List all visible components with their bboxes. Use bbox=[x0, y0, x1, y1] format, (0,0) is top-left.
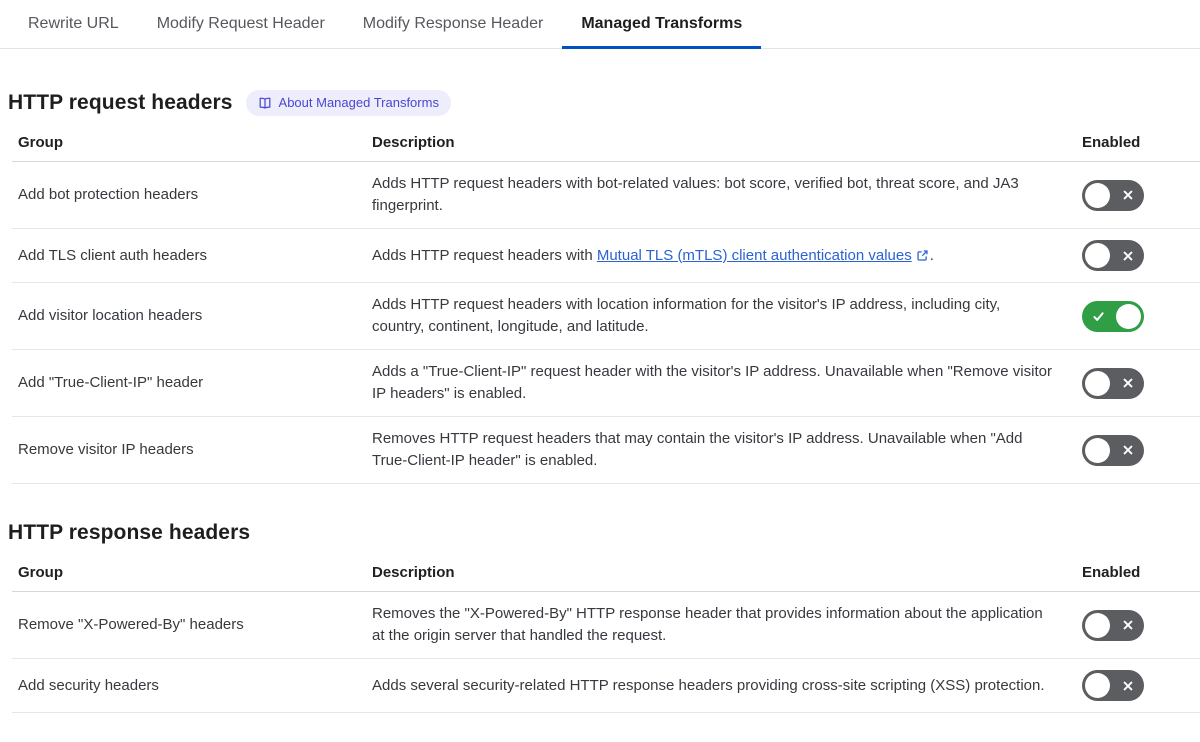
section-title: HTTP response headers bbox=[8, 521, 251, 544]
x-icon bbox=[1123, 681, 1133, 690]
enabled-toggle[interactable] bbox=[1082, 240, 1144, 271]
tab-label: Modify Request Header bbox=[156, 15, 325, 32]
group-cell: Remove "X-Powered-By" headers bbox=[18, 616, 244, 633]
tab-label: Rewrite URL bbox=[28, 15, 119, 32]
group-cell: Remove visitor IP headers bbox=[18, 441, 194, 458]
enabled-toggle[interactable] bbox=[1082, 367, 1144, 399]
table-row: Add bot protection headers Adds HTTP requ… bbox=[12, 162, 1200, 229]
tab-managed-transforms[interactable]: Managed Transforms bbox=[562, 0, 762, 49]
toggle-knob bbox=[1116, 303, 1141, 329]
request-headers-table: Group Description Enabled Add bot protec… bbox=[12, 128, 1200, 484]
enabled-cell bbox=[1082, 670, 1145, 701]
description-link[interactable]: Mutual TLS (mTLS) client authentication … bbox=[597, 247, 912, 264]
toggle-knob bbox=[1085, 370, 1110, 396]
toggle-knob bbox=[1085, 673, 1110, 698]
enabled-cell bbox=[1082, 240, 1145, 271]
response-headers-table: Group Description Enabled Remove "X-Powe… bbox=[12, 558, 1200, 713]
description-cell: Removes the "X-Powered-By" HTTP response… bbox=[372, 605, 1043, 644]
enabled-toggle[interactable] bbox=[1082, 434, 1144, 466]
check-icon bbox=[1093, 311, 1104, 321]
toggle-knob bbox=[1085, 612, 1110, 638]
badge-label: About Managed Transforms bbox=[278, 95, 439, 110]
table-row: Add security headers Adds several securit… bbox=[12, 659, 1200, 713]
table-row: Add TLS client auth headers Adds HTTP req… bbox=[12, 229, 1200, 283]
book-icon bbox=[258, 96, 272, 110]
column-header-description: Description bbox=[372, 134, 455, 151]
enabled-toggle[interactable] bbox=[1082, 179, 1144, 211]
group-cell: Add bot protection headers bbox=[18, 186, 199, 203]
tab-label: Managed Transforms bbox=[581, 15, 743, 32]
section-http-response-headers: HTTP response headers Group Description … bbox=[0, 520, 1200, 713]
group-cell: Add TLS client auth headers bbox=[18, 246, 208, 264]
description-cell: Adds HTTP request headers with location … bbox=[372, 296, 1001, 335]
enabled-cell bbox=[1082, 609, 1145, 641]
external-link-icon[interactable] bbox=[916, 249, 929, 262]
x-icon bbox=[1123, 620, 1133, 630]
table-row: Add "True-Client-IP" header Adds a "True-… bbox=[12, 350, 1200, 417]
column-header-description: Description bbox=[372, 564, 455, 581]
column-header-group: Group bbox=[18, 134, 63, 151]
toggle-knob bbox=[1085, 182, 1110, 208]
section-title: HTTP request headers bbox=[8, 91, 233, 114]
enabled-toggle[interactable] bbox=[1082, 670, 1144, 701]
enabled-cell bbox=[1082, 179, 1145, 211]
enabled-cell bbox=[1082, 367, 1145, 399]
table-body: Add bot protection headers Adds HTTP requ… bbox=[12, 162, 1200, 484]
group-cell: Add visitor location headers bbox=[18, 307, 203, 324]
managed-transforms-page: Rewrite URL Modify Request Header Modify R… bbox=[0, 0, 1200, 713]
description-cell: Adds several security-related HTTP respo… bbox=[372, 676, 1045, 694]
x-icon bbox=[1123, 251, 1133, 260]
enabled-toggle[interactable] bbox=[1082, 609, 1144, 641]
section-header: HTTP response headers bbox=[8, 520, 1192, 546]
tab-modify-response-header[interactable]: Modify Response Header bbox=[344, 0, 563, 48]
enabled-cell bbox=[1082, 434, 1145, 466]
column-header-enabled: Enabled bbox=[1082, 134, 1141, 151]
about-managed-transforms-badge[interactable]: About Managed Transforms bbox=[245, 90, 451, 116]
section-header: HTTP request headers About Managed Trans… bbox=[8, 90, 1192, 116]
tab-modify-request-header[interactable]: Modify Request Header bbox=[138, 0, 344, 48]
description-cell: Adds HTTP request headers with Mutual TL… bbox=[372, 246, 934, 264]
table-body: Remove "X-Powered-By" headers Removes the… bbox=[12, 592, 1200, 713]
table-row: Add visitor location headers Adds HTTP re… bbox=[12, 283, 1200, 350]
table-header-row: Group Description Enabled bbox=[12, 558, 1200, 592]
description-cell: Adds a "True-Client-IP" request header w… bbox=[372, 363, 1052, 402]
group-cell: Add security headers bbox=[18, 676, 159, 694]
enabled-toggle[interactable] bbox=[1082, 300, 1144, 332]
x-icon bbox=[1123, 190, 1133, 200]
toggle-knob bbox=[1085, 243, 1110, 268]
table-header-row: Group Description Enabled bbox=[12, 128, 1200, 162]
description-cell: Removes HTTP request headers that may co… bbox=[372, 430, 1023, 469]
table-row: Remove "X-Powered-By" headers Removes the… bbox=[12, 592, 1200, 659]
tab-label: Modify Response Header bbox=[362, 15, 544, 32]
x-icon bbox=[1123, 445, 1133, 455]
table-row: Remove visitor IP headers Removes HTTP re… bbox=[12, 417, 1200, 484]
enabled-cell bbox=[1082, 300, 1145, 332]
toggle-knob bbox=[1085, 437, 1110, 463]
tab-bar: Rewrite URL Modify Request Header Modify R… bbox=[0, 0, 1200, 49]
column-header-enabled: Enabled bbox=[1082, 564, 1141, 581]
section-http-request-headers: HTTP request headers About Managed Trans… bbox=[0, 90, 1200, 484]
column-header-group: Group bbox=[18, 564, 63, 581]
x-icon bbox=[1123, 378, 1133, 388]
tab-rewrite-url[interactable]: Rewrite URL bbox=[9, 0, 138, 48]
group-cell: Add "True-Client-IP" header bbox=[18, 374, 204, 391]
description-cell: Adds HTTP request headers with bot-relat… bbox=[372, 175, 1019, 214]
